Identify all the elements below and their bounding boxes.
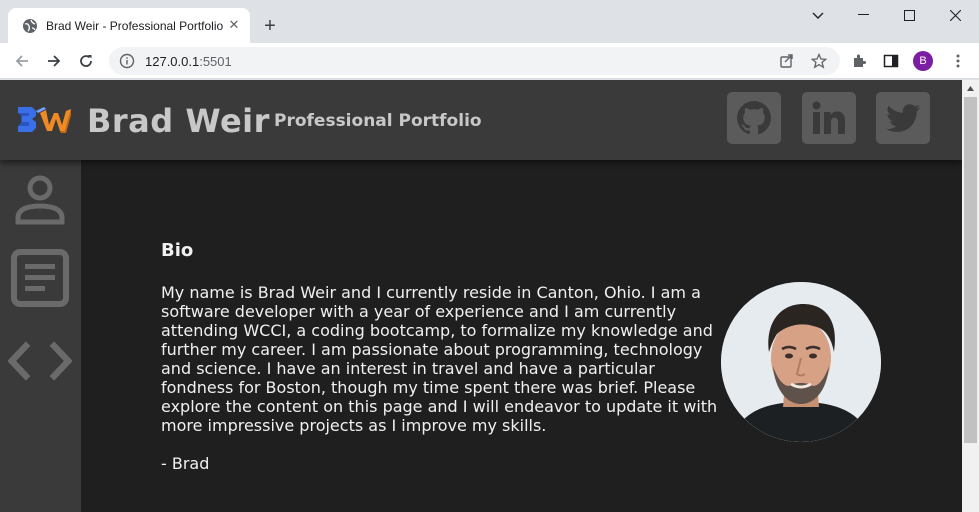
page-scrollbar[interactable] [962, 80, 979, 512]
avatar: B [913, 51, 933, 71]
scroll-up-arrow-icon[interactable] [962, 80, 979, 97]
address-bar[interactable]: 127.0.0.1:5501 [109, 47, 840, 75]
side-panel-icon[interactable] [877, 47, 905, 75]
tab-title: Brad Weir - Professional Portfolio [46, 18, 224, 33]
minimize-button[interactable] [840, 0, 886, 30]
new-tab-button[interactable]: + [258, 14, 282, 38]
code-icon [8, 341, 72, 381]
github-icon [737, 101, 771, 135]
extensions-icon[interactable] [845, 47, 873, 75]
sidebar-nav [0, 160, 81, 512]
bio-section: Bio My name is Brad Weir and I currently… [81, 160, 962, 512]
linkedin-icon [812, 101, 845, 134]
profile-button[interactable]: B [909, 47, 937, 75]
close-tab-icon[interactable]: ✕ [226, 18, 242, 34]
close-window-button[interactable] [932, 0, 978, 30]
bio-signature: - Brad [161, 454, 210, 473]
forward-button[interactable] [40, 47, 68, 75]
sidebar-item-bio[interactable] [8, 170, 72, 230]
globe-icon [23, 18, 37, 33]
site-info-icon[interactable] [119, 53, 135, 69]
tab-strip: Brad Weir - Professional Portfolio ✕ + [0, 0, 979, 43]
back-button[interactable] [8, 47, 36, 75]
site-name: Brad Weir [87, 102, 270, 140]
bio-text: My name is Brad Weir and I currently res… [161, 283, 718, 435]
sidebar-item-projects[interactable] [8, 331, 72, 391]
twitter-icon [886, 104, 920, 132]
bookmark-star-icon[interactable] [809, 51, 829, 71]
twitter-link[interactable] [876, 92, 930, 144]
site-logo-icon[interactable] [16, 101, 72, 137]
browser-toolbar: 127.0.0.1:5501 B [0, 43, 979, 79]
linkedin-link[interactable] [802, 92, 856, 144]
bio-heading: Bio [161, 240, 194, 261]
document-icon [11, 249, 69, 307]
url-port: :5501 [199, 53, 232, 69]
sidebar-item-resume[interactable] [8, 248, 72, 308]
maximize-button[interactable] [886, 0, 932, 30]
page-viewport: Brad Weir Professional Portfolio Bio My … [0, 80, 962, 512]
share-icon[interactable] [777, 51, 797, 71]
reload-button[interactable] [72, 47, 100, 75]
scrollbar-thumb[interactable] [964, 97, 977, 443]
github-link[interactable] [727, 92, 781, 144]
url-host: 127.0.0.1 [145, 53, 200, 69]
browser-tab[interactable]: Brad Weir - Professional Portfolio ✕ [8, 8, 250, 43]
profile-icon [15, 175, 65, 225]
site-header: Brad Weir Professional Portfolio [0, 80, 962, 160]
site-tagline: Professional Portfolio [274, 111, 482, 131]
menu-icon[interactable] [944, 47, 972, 75]
profile-photo [721, 282, 881, 442]
tab-search-icon[interactable] [806, 4, 830, 28]
